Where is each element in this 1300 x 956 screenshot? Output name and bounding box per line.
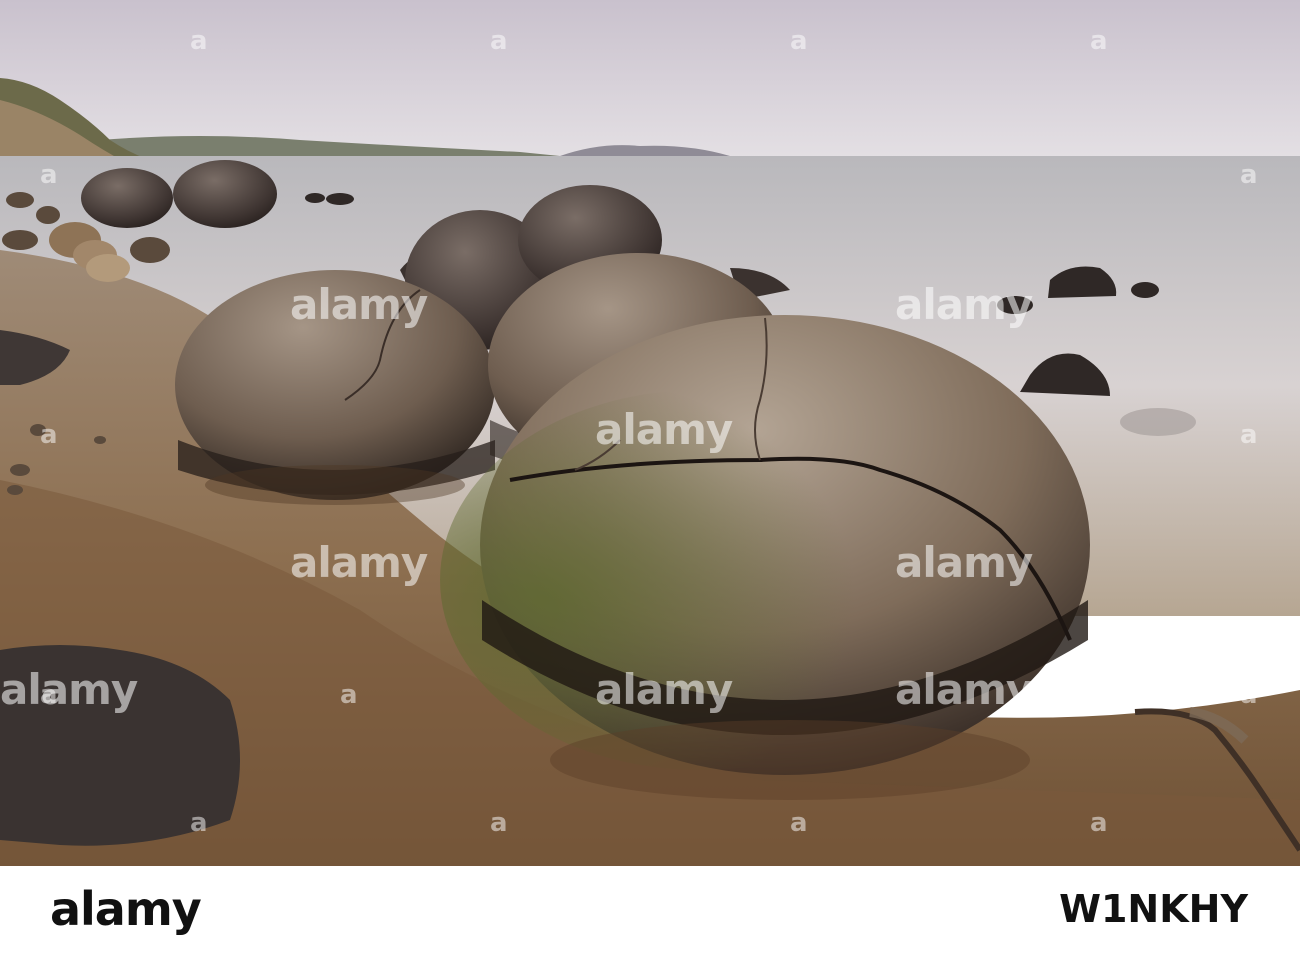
alamy-logo: alamy [50,882,202,936]
image-id: W1NKHY [1059,887,1248,931]
beach-photo: a a a a a a a a a a a a a a a alamy alam… [0,0,1300,866]
boulders-scene [0,0,1300,866]
